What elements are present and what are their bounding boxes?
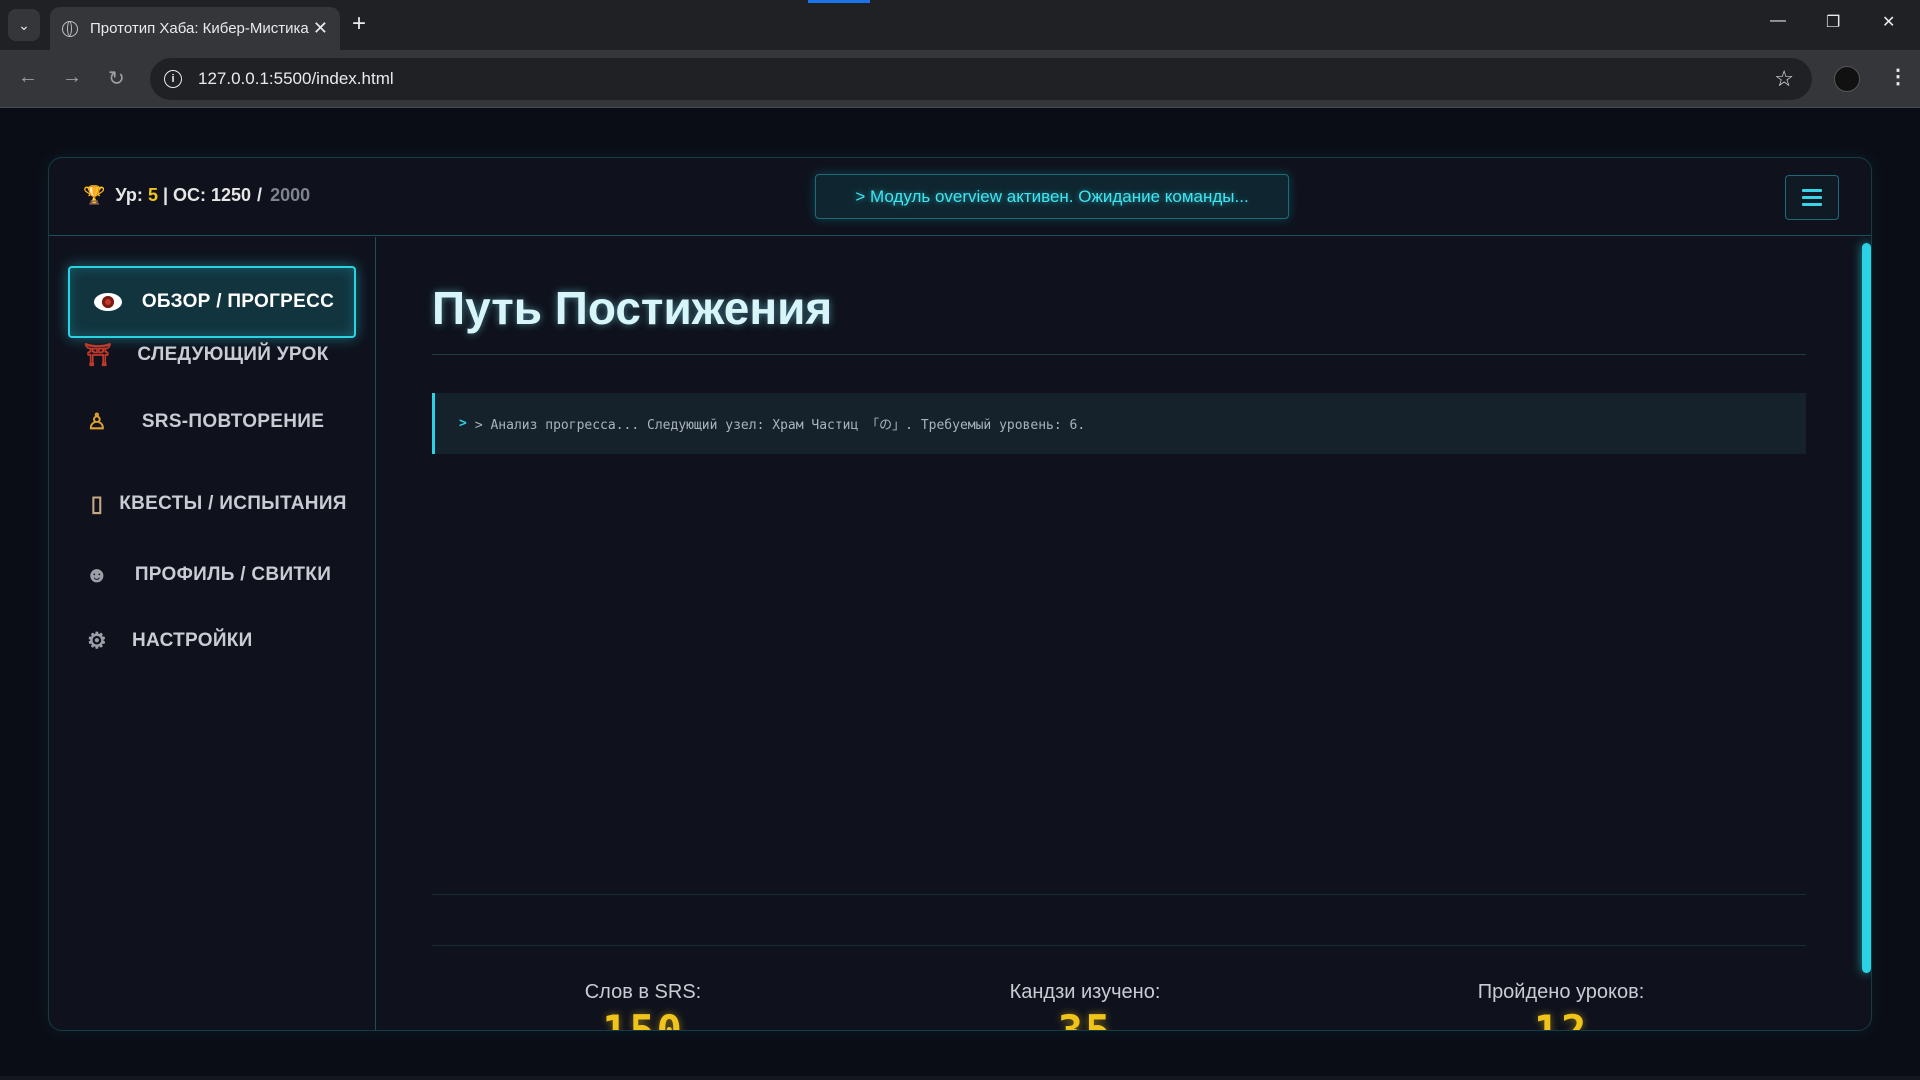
sidebar-item-label: Профиль / Свитки (134, 564, 332, 585)
divider (432, 354, 1806, 355)
app-header: 🏆 Ур: 5 | ОС: 1250 / 2000 > Модуль overv… (49, 158, 1871, 236)
address-bar[interactable]: i 127.0.0.1:5500/index.html ☆ (150, 58, 1812, 100)
new-tab-button[interactable]: + (352, 10, 366, 38)
loading-indicator (808, 0, 870, 3)
eye-icon (94, 293, 122, 311)
reload-icon[interactable]: ↻ (108, 66, 125, 91)
menu-line (1802, 203, 1822, 206)
xp-max: 2000 (270, 185, 311, 205)
divider (432, 945, 1806, 946)
sidebar-item-quests[interactable]: ▯ Квесты / Испытания (68, 474, 356, 534)
xp-slash: / (257, 185, 263, 205)
progress-log: > > Анализ прогресса... Следующий узел: … (432, 393, 1806, 454)
torii-gate-icon: ⛩ (84, 342, 113, 367)
stat-lessons-done: Пройдено уроков: 12 (1411, 981, 1711, 1031)
browser-tab[interactable]: Прототип Хаба: Кибер-Мистика ✕ (50, 7, 340, 50)
stat-value: 35 (1057, 1006, 1113, 1031)
globe-icon (62, 20, 78, 37)
bookmark-star-icon[interactable]: ☆ (1774, 66, 1794, 92)
sidebar-item-label: Обзор / Прогресс (141, 291, 335, 312)
menu-line (1802, 189, 1822, 192)
hamburger-menu-button[interactable] (1785, 175, 1839, 220)
sidebar-item-srs-review[interactable]: ♙ SRS-повторение (68, 402, 356, 442)
sidebar: Обзор / Прогресс ⛩ Следующий урок ♙ SRS-… (49, 237, 376, 1030)
log-text: > Анализ прогресса... Следующий узел: Хр… (474, 418, 1086, 433)
stat-label: Пройдено уроков: (1477, 981, 1645, 1003)
xp-current: 1250 (211, 185, 252, 205)
divider (432, 894, 1806, 895)
trophy-icon: 🏆 (83, 185, 106, 205)
tab-list-button[interactable]: ⌄ (8, 9, 40, 41)
ninja-icon: ☻ (85, 562, 109, 587)
stat-label: Слов в SRS: (584, 981, 702, 1003)
meditation-icon: ♙ (86, 409, 108, 434)
stat-srs-words: Слов в SRS: 150 (493, 981, 793, 1031)
url-text: 127.0.0.1:5500/index.html (198, 69, 394, 88)
stats-divider: | (162, 185, 168, 205)
close-tab-icon[interactable]: ✕ (313, 18, 328, 39)
sidebar-item-profile[interactable]: ☻ Профиль / Свитки (68, 555, 356, 595)
restore-icon[interactable]: ❐ (1826, 12, 1840, 32)
close-window-icon[interactable]: ✕ (1882, 12, 1895, 32)
page-title: Путь Постижения (432, 282, 833, 334)
sidebar-item-label: SRS-повторение (141, 411, 325, 432)
level-label: Ур: (115, 185, 143, 205)
gear-icon: ⚙ (86, 628, 108, 653)
browser-tab-bar: ⌄ Прототип Хаба: Кибер-Мистика ✕ + — ❐ ✕ (0, 0, 1920, 50)
sidebar-item-next-lesson[interactable]: ⛩ Следующий урок (68, 335, 356, 375)
xp-label: ОС: (173, 185, 206, 205)
terminal-status: > Модуль overview активен. Ожидание кома… (815, 174, 1289, 219)
player-stats: 🏆 Ур: 5 | ОС: 1250 / 2000 (83, 185, 310, 206)
app-window: 🏆 Ур: 5 | ОС: 1250 / 2000 > Модуль overv… (48, 157, 1872, 1031)
scrollbar-thumb[interactable] (1862, 243, 1871, 973)
sidebar-item-label: Настройки (132, 630, 253, 651)
stat-value: 150 (602, 1006, 684, 1031)
level-value: 5 (147, 185, 158, 205)
stat-value: 12 (1533, 1006, 1589, 1031)
stat-label: Кандзи изучено: (1009, 981, 1161, 1003)
back-icon[interactable]: ← (18, 66, 38, 89)
scroll-icon: ▯ (90, 491, 104, 516)
forward-icon[interactable]: → (62, 66, 82, 89)
profile-avatar[interactable] (1834, 66, 1860, 92)
sidebar-item-label: Квесты / Испытания (119, 493, 347, 514)
minimize-icon[interactable]: — (1770, 12, 1786, 30)
menu-line (1802, 196, 1822, 199)
log-prompt: > (459, 416, 467, 431)
site-info-icon[interactable]: i (164, 70, 182, 88)
sidebar-item-overview[interactable]: Обзор / Прогресс (68, 266, 356, 338)
stat-kanji-learned: Кандзи изучено: 35 (935, 981, 1235, 1031)
browser-menu-icon[interactable]: ⋮ (1888, 64, 1908, 89)
sidebar-item-label: Следующий урок (137, 344, 329, 365)
main-content: Путь Постижения > > Анализ прогресса... … (377, 237, 1871, 1031)
taskbar-edge (0, 1076, 1920, 1080)
tab-title: Прототип Хаба: Кибер-Мистика (90, 20, 309, 37)
sidebar-item-settings[interactable]: ⚙ Настройки (68, 621, 356, 661)
browser-toolbar: ← → ↻ i 127.0.0.1:5500/index.html ☆ ⋮ (0, 50, 1920, 108)
